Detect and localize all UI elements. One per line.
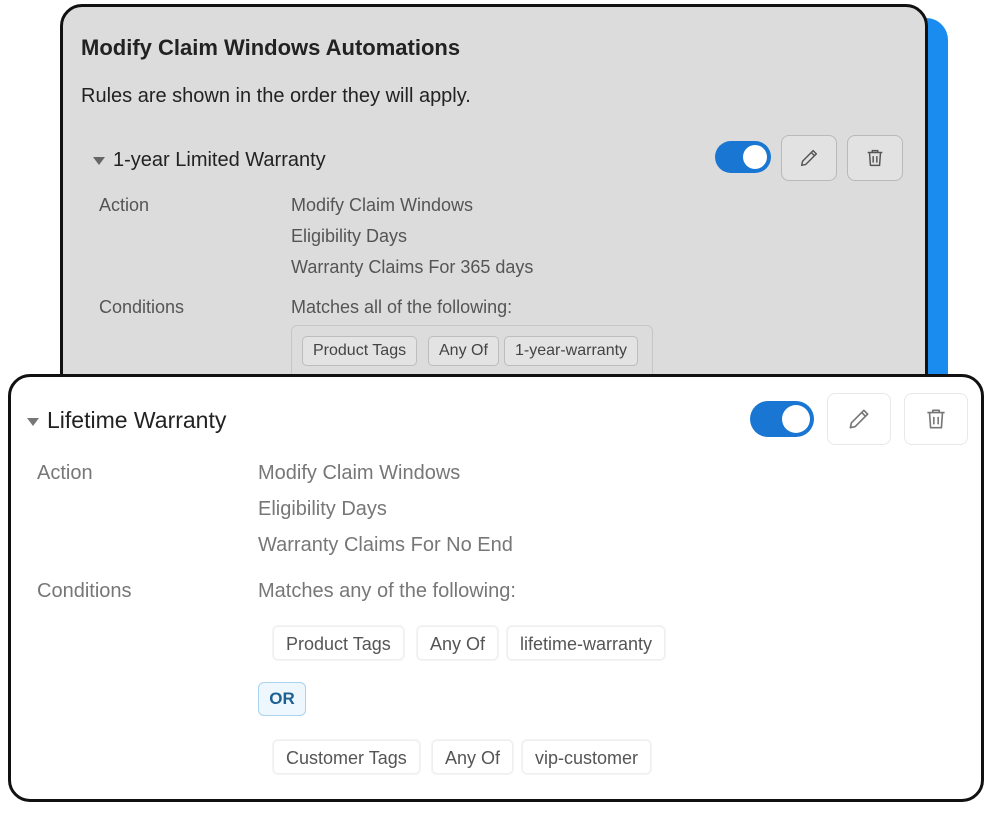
condition-chip: vip-customer xyxy=(522,740,652,774)
action-line: Modify Claim Windows xyxy=(291,195,474,215)
action-line: Modify Claim Windows xyxy=(258,462,461,484)
rule-name: Lifetime Warranty xyxy=(47,407,227,433)
conditions-label: Conditions xyxy=(99,297,185,317)
or-separator: OR xyxy=(258,682,306,716)
condition-chip: Customer Tags xyxy=(273,740,420,774)
rule-header-1-year[interactable]: 1-year Limited Warranty xyxy=(93,149,326,172)
action-line: Warranty Claims For No End xyxy=(258,534,513,556)
condition-chip: Any Of xyxy=(428,336,499,366)
toggle-knob xyxy=(743,145,767,169)
action-line: Eligibility Days xyxy=(258,498,387,520)
rule-card-lifetime: Lifetime Warranty Action Modify Claim Wi… xyxy=(8,374,984,802)
rule-name: 1-year Limited Warranty xyxy=(113,149,326,171)
delete-button-1-year[interactable] xyxy=(847,135,903,181)
condition-chip: Any Of xyxy=(417,626,499,660)
caret-down-icon[interactable] xyxy=(27,417,39,426)
condition-chip: 1-year-warranty xyxy=(504,336,639,366)
automations-panel: Modify Claim Windows Automations Rules a… xyxy=(60,4,928,424)
rule-toggle-lifetime[interactable] xyxy=(750,401,814,437)
action-line: Eligibility Days xyxy=(291,226,408,246)
pencil-icon xyxy=(849,409,869,429)
trash-icon xyxy=(927,409,945,429)
delete-button-lifetime[interactable] xyxy=(904,393,968,445)
edit-button-1-year[interactable] xyxy=(781,135,837,181)
action-label: Action xyxy=(99,195,150,215)
edit-button-lifetime[interactable] xyxy=(827,393,891,445)
action-line: Warranty Claims For 365 days xyxy=(291,257,534,277)
panel-title: Modify Claim Windows Automations xyxy=(81,35,461,60)
match-text: Matches any of the following: xyxy=(258,580,516,602)
panel-subtitle: Rules are shown in the order they will a… xyxy=(81,85,471,107)
match-text: Matches all of the following: xyxy=(291,297,513,317)
action-label: Action xyxy=(37,462,93,484)
condition-chip: Product Tags xyxy=(273,626,404,660)
rule-header-lifetime[interactable]: Lifetime Warranty xyxy=(27,407,226,434)
trash-icon xyxy=(867,149,883,167)
caret-down-icon[interactable] xyxy=(93,156,105,165)
condition-chip: Product Tags xyxy=(302,336,418,366)
condition-chip: lifetime-warranty xyxy=(507,626,666,660)
pencil-icon xyxy=(800,149,818,167)
conditions-label: Conditions xyxy=(37,580,132,602)
rule-toggle-1-year[interactable] xyxy=(715,141,771,173)
condition-chip: Any Of xyxy=(432,740,514,774)
toggle-knob xyxy=(782,405,810,433)
